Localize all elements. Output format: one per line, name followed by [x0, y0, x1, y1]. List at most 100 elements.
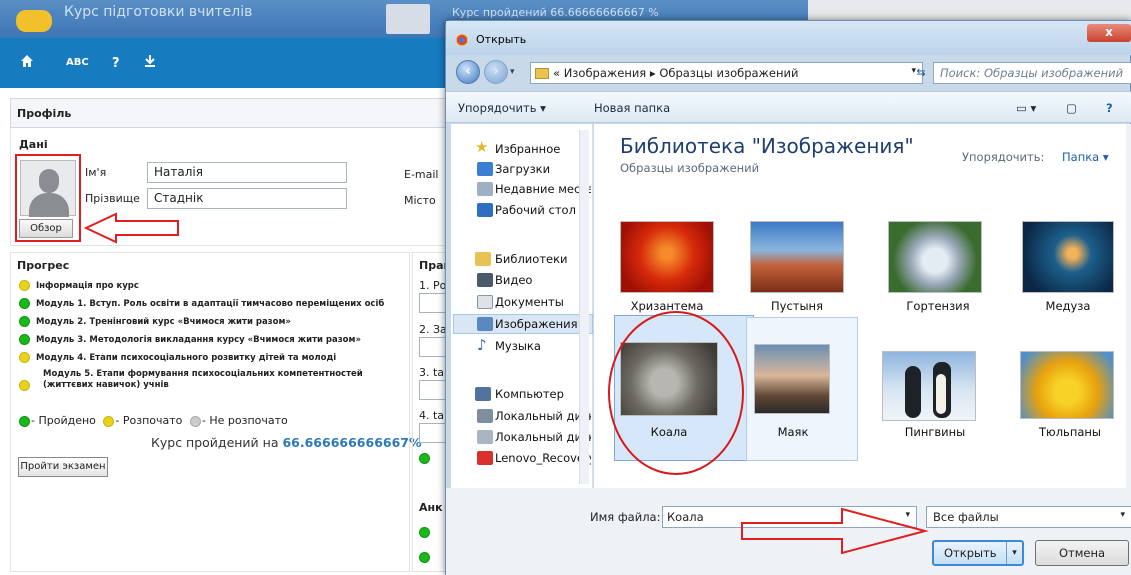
status-dot-passed — [19, 297, 30, 309]
nav-pictures[interactable]: Изображения — [495, 317, 591, 331]
status-dot-passed — [419, 452, 430, 464]
progress-legend: - Пройдено - Розпочато - Не розпочато — [19, 414, 288, 427]
open-dropdown-icon[interactable]: ▾ — [1006, 542, 1022, 564]
nav-drive-c[interactable]: Локальный диск — [495, 409, 591, 423]
library-title: Библиотека "Изображения" — [620, 134, 914, 158]
practice-item: 4. ta — [419, 409, 445, 422]
nav-drive-d[interactable]: Локальный диск — [495, 430, 591, 444]
file-name[interactable]: Коала — [609, 425, 729, 439]
filetype-value: Все файлы — [933, 510, 999, 524]
progress-item[interactable]: Модуль 4. Етапи психосоціального розвитк… — [19, 350, 336, 363]
last-name-input[interactable]: Стаднік — [147, 188, 347, 209]
status-dot-started — [19, 380, 30, 391]
progress-item[interactable]: Інформація про курс — [19, 278, 139, 291]
drive-icon — [477, 430, 493, 444]
practice-item: 2. За — [419, 323, 447, 336]
filetype-select[interactable]: Все файлы ▾ — [926, 506, 1131, 528]
filename-value: Коала — [667, 510, 704, 524]
forward-arrow-icon[interactable]: › — [484, 60, 508, 84]
practice-item: 3. ta — [419, 366, 445, 379]
nav-recovery[interactable]: Lenovo_Recovery — [495, 451, 591, 465]
status-dot-passed — [419, 551, 430, 563]
new-folder-button[interactable]: Новая папка — [594, 101, 670, 115]
progress-item[interactable]: Модуль 1. Вступ. Роль освіти в адаптації… — [19, 296, 384, 309]
file-name[interactable]: Гортензия — [878, 299, 998, 313]
video-icon — [477, 273, 493, 287]
open-file-dialog: Открыть x ‹ › ▾ « Изображения ▸ Образцы … — [445, 20, 1131, 575]
arrange-label: Упорядочить: — [962, 150, 1045, 164]
libraries-icon — [475, 252, 491, 266]
dialog-titlebar: Открыть — [446, 21, 1131, 55]
thumb-chrysanthemum[interactable] — [620, 221, 714, 293]
take-exam-button[interactable]: Пройти экзамен — [18, 457, 108, 477]
breadcrumb: « Изображения ▸ Образцы изображений — [553, 66, 799, 80]
chevron-down-icon[interactable]: ▾ — [1120, 510, 1125, 520]
logo — [16, 10, 52, 32]
cancel-button[interactable]: Отмена — [1035, 540, 1129, 566]
practice-item: 1. Ро — [419, 279, 447, 292]
close-button[interactable]: x — [1087, 24, 1131, 42]
help-icon[interactable]: ? — [1106, 101, 1113, 115]
survey-title: Анк — [419, 501, 443, 514]
documents-icon — [477, 295, 493, 309]
thumb-tulips[interactable] — [1020, 351, 1114, 419]
data-section-title: Дані — [19, 138, 48, 151]
nav-scrollbar[interactable] — [579, 130, 589, 484]
home-icon[interactable] — [20, 54, 34, 72]
search-input[interactable]: Поиск: Образцы изображений — [933, 62, 1131, 84]
dialog-title: Открыть — [476, 33, 527, 46]
history-dropdown-icon[interactable]: ▾ — [510, 67, 515, 77]
arrange-dropdown[interactable]: Папка ▾ — [1062, 150, 1109, 164]
thumb-desert[interactable] — [750, 221, 844, 293]
music-icon: ♪ — [477, 336, 487, 354]
avatar[interactable] — [386, 4, 430, 34]
progress-item[interactable]: Модуль 2. Тренінговий курс «Вчимося жити… — [19, 314, 291, 327]
status-dot-passed — [419, 526, 430, 538]
file-view-scrollbar[interactable] — [1126, 124, 1131, 488]
nav-recent[interactable]: Недавние места — [495, 182, 591, 196]
chevron-down-icon[interactable]: ▾ — [905, 510, 910, 520]
course-progress-summary: Курс пройдений на 66.666666666667% — [151, 435, 422, 450]
abc-button[interactable]: ABC — [66, 57, 89, 68]
download-icon[interactable] — [144, 54, 156, 72]
thumb-hydrangea[interactable] — [888, 221, 982, 293]
course-progress-header: Курс пройдений 66.66666666667 % — [452, 6, 659, 19]
star-icon: ★ — [475, 138, 489, 156]
progress-section: Прогрес Інформація про курс Модуль 1. Вс… — [10, 252, 422, 572]
organize-button[interactable]: Упорядочить ▾ — [458, 101, 546, 115]
library-subtitle: Образцы изображений — [620, 161, 760, 175]
thumb-penguins[interactable] — [882, 351, 976, 421]
address-bar[interactable]: « Изображения ▸ Образцы изображений ▾ — [530, 62, 923, 84]
view-options-icon[interactable]: ▭ ▾ — [1016, 101, 1036, 115]
file-name[interactable]: Медуза — [1008, 299, 1128, 313]
annotation-highlight-box — [15, 154, 81, 242]
file-name[interactable]: Пингвины — [875, 425, 995, 439]
open-button[interactable]: Открыть ▾ — [932, 540, 1024, 566]
city-label: Місто — [404, 194, 436, 207]
thumb-lighthouse[interactable] — [754, 344, 830, 414]
progress-title: Прогрес — [17, 259, 70, 272]
first-name-input[interactable]: Наталія — [147, 162, 347, 183]
file-name[interactable]: Тюльпаны — [1010, 425, 1130, 439]
file-name[interactable]: Пустыня — [737, 299, 857, 313]
back-arrow-icon[interactable]: ‹ — [456, 60, 480, 84]
progress-item[interactable]: Модуль 3. Методологія викладання курсу «… — [19, 332, 361, 345]
status-dot-started — [19, 279, 30, 291]
status-dot-passed — [19, 333, 30, 345]
status-dot-started — [19, 351, 30, 363]
thumb-jellyfish[interactable] — [1022, 221, 1114, 293]
email-label: E-mail — [404, 168, 439, 181]
navigation-pane: ★ Избранное Загрузки Недавние места Рабо… — [451, 124, 593, 488]
progress-item[interactable]: Модуль 5. Етапи формування психосоціальн… — [19, 369, 379, 391]
file-name[interactable]: Маяк — [733, 425, 853, 439]
nav-documents[interactable]: Документы — [495, 295, 591, 309]
drive-icon — [477, 409, 493, 423]
thumb-koala[interactable] — [620, 342, 718, 416]
filename-input[interactable]: Коала ▾ — [662, 506, 917, 528]
recent-places-icon — [477, 182, 493, 196]
file-name[interactable]: Хризантема — [607, 299, 727, 313]
help-button[interactable]: ? — [112, 56, 120, 71]
preview-pane-icon[interactable]: ▢ — [1066, 101, 1077, 115]
nav-desktop[interactable]: Рабочий стол — [495, 203, 591, 217]
computer-icon — [475, 387, 491, 401]
